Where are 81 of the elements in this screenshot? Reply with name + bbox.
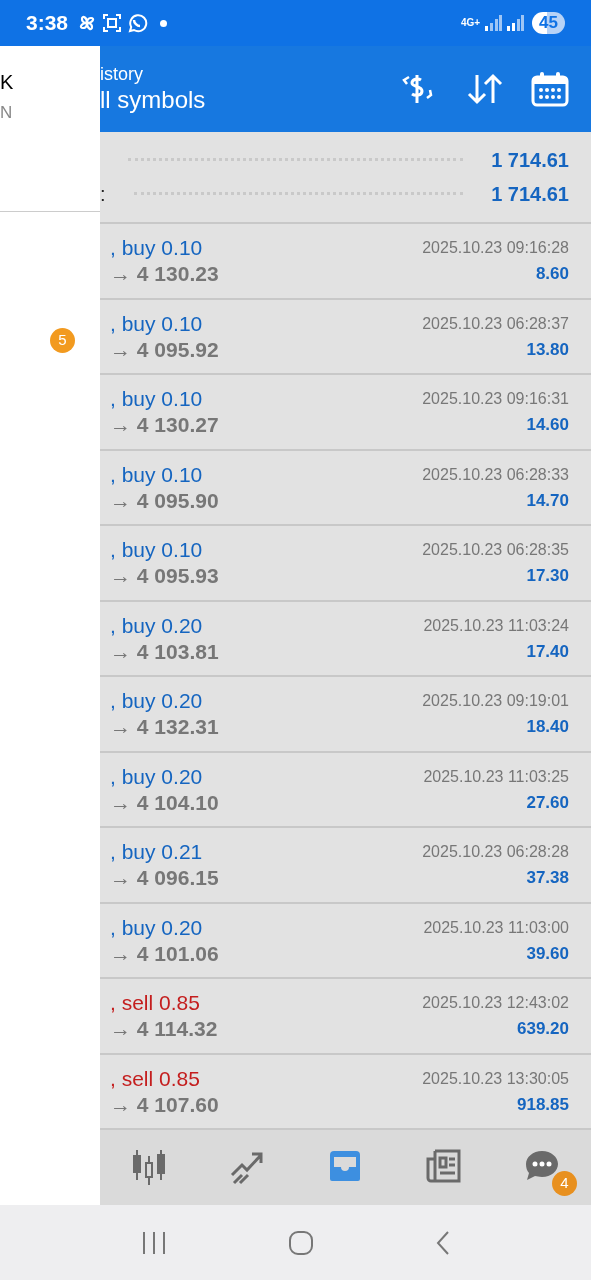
summary-label: : [100,183,106,204]
signal-icon [506,15,525,31]
notification-badge: 5 [50,328,75,353]
deal-prices: → 4 130.27 [110,412,219,439]
deal-type: , buy 0.21 [110,839,204,866]
drawer-text: K [0,72,14,92]
deal-profit: 27.60 [526,791,569,814]
network-type: 4G+ [460,18,481,28]
header-subtitle: ll symbols [100,85,206,116]
deal-time: 2025.10.23 12:43:02 [422,993,569,1014]
deal-type: , buy 0.10 [110,310,204,337]
deal-row[interactable]: , buy 0.10 → 4 095.92 2025.10.23 06:28:37 13.80 [100,299,591,376]
deal-time: 2025.10.23 06:28:33 [422,464,569,485]
deal-type: , buy 0.20 [110,763,204,790]
deal-prices: → 4 095.92 [110,336,219,363]
deal-profit: 8.60 [535,263,569,286]
deal-profit: 18.40 [526,716,569,739]
deal-profit: 39.60 [526,942,569,965]
newspaper-icon [424,1147,463,1186]
header-title: istory [100,62,144,86]
status-time: 3:38 [26,10,69,37]
deal-prices: → 4 095.93 [110,563,219,590]
deal-profit: 14.70 [526,489,569,512]
deal-row[interactable]: , buy 0.10 → 4 095.93 2025.10.23 06:28:35 17.30 [100,526,591,602]
deal-row[interactable]: , buy 0.10 → 4 095.90 2025.10.23 06:28:33 14.70 [100,450,591,527]
deal-prices: → 4 107.60 [110,1091,219,1118]
back-icon[interactable] [434,1229,451,1256]
summary-value: 1 714.61 [491,149,569,170]
screenshot-icon [102,13,123,33]
deal-time: 2025.10.23 11:03:24 [423,615,569,636]
deal-profit: 17.30 [526,565,569,588]
deal-row[interactable]: , buy 0.20 → 4 101.06 2025.10.23 11:03:00 39.60 [100,903,591,980]
deal-type: , buy 0.10 [110,386,204,413]
deal-type: , buy 0.10 [110,235,204,262]
deal-prices: → 4 096.15 [110,865,219,892]
home-icon[interactable] [287,1229,314,1256]
deal-row[interactable]: , buy 0.21 → 4 096.15 2025.10.23 06:28:28 37.38 [100,828,591,904]
deal-type: , buy 0.20 [110,688,204,715]
deal-prices: → 4 104.10 [110,789,219,816]
deal-type: , buy 0.20 [110,612,204,639]
drawer-text: N [0,104,13,121]
deal-time: 2025.10.23 06:28:37 [422,313,569,334]
deal-time: 2025.10.23 06:28:35 [422,540,569,561]
deal-row[interactable]: , sell 0.85 → 4 114.32 2025.10.23 12:43:02 639.20 [100,979,591,1055]
whatsapp-icon [126,12,149,34]
deal-time: 2025.10.23 09:16:31 [422,389,569,410]
deal-type: , buy 0.10 [110,537,204,564]
notification-badge: 4 [551,1171,577,1197]
deal-prices: → 4 114.32 [110,1016,218,1043]
deal-type: , buy 0.20 [110,914,204,941]
deal-row[interactable]: , buy 0.10 → 4 130.27 2025.10.23 09:16:31 14.60 [100,375,591,451]
deal-row[interactable]: , buy 0.20 → 4 104.10 2025.10.23 11:03:25 27.60 [100,752,591,829]
deal-prices: → 4 095.90 [110,487,219,514]
deal-time: 2025.10.23 06:28:28 [422,842,569,863]
deal-profit: 14.60 [526,414,569,437]
deal-prices: → 4 132.31 [110,714,219,741]
deal-profit: 13.80 [526,338,569,361]
sort-button[interactable] [467,71,503,106]
deal-time: 2025.10.23 11:03:00 [423,917,569,938]
recent-apps-icon[interactable] [140,1230,167,1255]
deal-row[interactable]: , buy 0.10 → 4 130.23 2025.10.23 09:16:28 8.60 [100,224,591,300]
deal-prices: → 4 103.81 [110,638,219,665]
deal-prices: → 4 101.06 [110,940,219,967]
summary-value: 1 714.61 [491,183,569,204]
deal-type: , buy 0.10 [110,461,204,488]
deal-row[interactable]: , buy 0.20 → 4 132.31 2025.10.23 09:19:01 18.40 [100,677,591,753]
deal-row[interactable]: , buy 0.20 → 4 103.81 2025.10.23 11:03:24 17.40 [100,601,591,678]
signal-icon [484,15,503,31]
deal-time: 2025.10.23 13:30:05 [422,1068,569,1089]
deal-type: , sell 0.85 [110,990,201,1017]
deal-time: 2025.10.23 09:19:01 [422,691,569,712]
deal-prices: → 4 130.23 [110,261,219,288]
deal-profit: 17.40 [526,640,569,663]
deal-type: , sell 0.85 [110,1065,201,1092]
deal-profit: 918.85 [517,1093,569,1116]
calendar-button[interactable] [531,70,569,107]
battery-indicator: 45 [532,12,565,34]
deal-time: 2025.10.23 11:03:25 [423,766,569,787]
deal-time: 2025.10.23 09:16:28 [422,238,569,259]
deal-profit: 37.38 [526,867,569,890]
deal-profit: 639.20 [517,1018,569,1041]
